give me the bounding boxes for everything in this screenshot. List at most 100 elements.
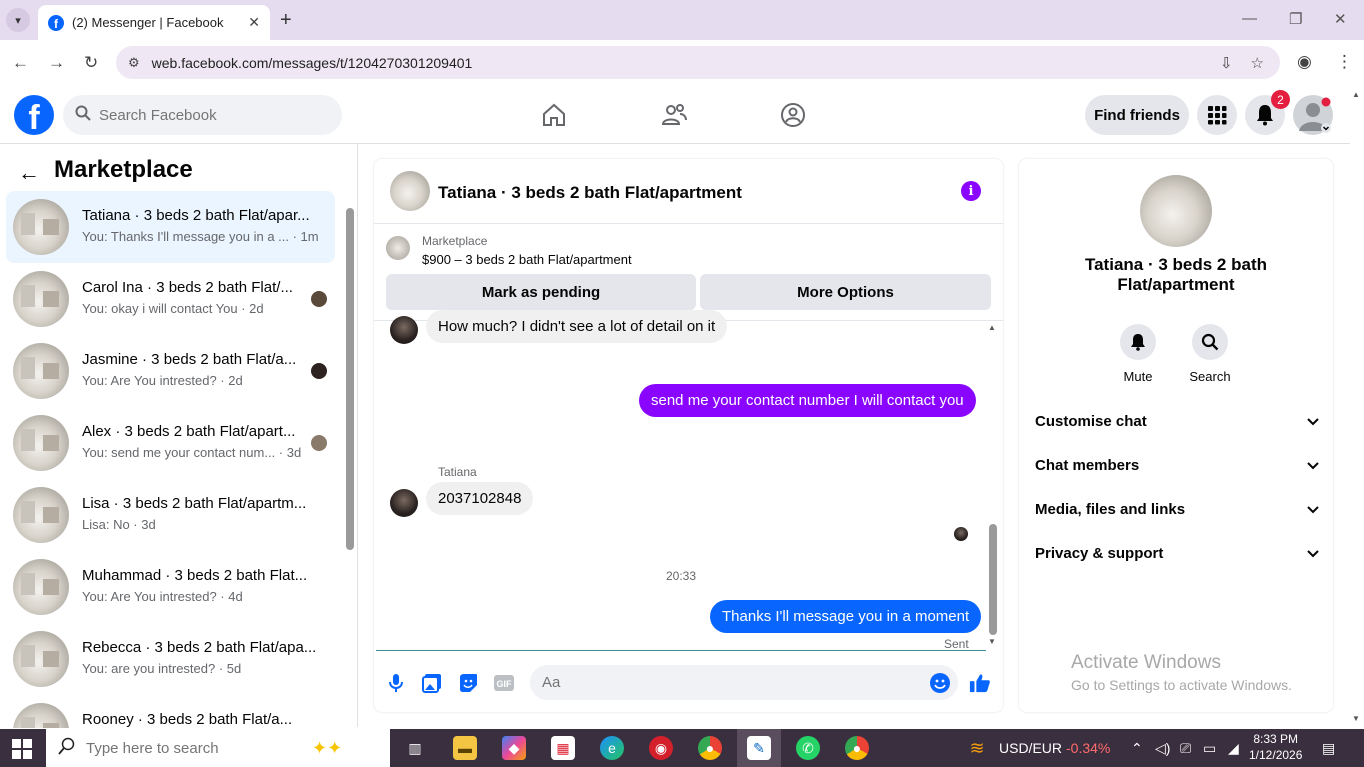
tab-close-icon[interactable]: ✕ bbox=[248, 14, 260, 31]
row-label: Customise chat bbox=[1035, 412, 1147, 430]
currency-pair[interactable]: USD/EUR bbox=[999, 740, 1062, 756]
new-tab-button[interactable]: + bbox=[280, 9, 292, 32]
volume-icon[interactable]: ◁) bbox=[1155, 740, 1170, 757]
taskbar-search-input[interactable] bbox=[86, 739, 306, 757]
browser-tab[interactable]: f (2) Messenger | Facebook ✕ bbox=[38, 5, 270, 40]
menu-grid-icon[interactable] bbox=[1197, 95, 1237, 135]
emoji-icon[interactable] bbox=[929, 672, 951, 694]
privacy-support-row[interactable]: Privacy & support bbox=[1035, 542, 1319, 564]
url-field[interactable]: ⚙ web.facebook.com/messages/t/1204270301… bbox=[116, 46, 1280, 79]
page-scroll-down-icon[interactable]: ▼ bbox=[1352, 714, 1360, 723]
task-view-icon[interactable]: ▥ bbox=[403, 736, 427, 760]
chevron-down-icon bbox=[1307, 413, 1319, 430]
window-close-button[interactable]: ✕ bbox=[1334, 10, 1347, 28]
find-friends-button[interactable]: Find friends bbox=[1085, 95, 1189, 135]
mute-bell-icon[interactable] bbox=[1120, 324, 1156, 360]
site-settings-icon[interactable]: ⚙ bbox=[128, 55, 140, 71]
incoming-message: 2037102848 bbox=[426, 482, 534, 515]
edge-icon[interactable]: e bbox=[600, 736, 624, 760]
conversation-item[interactable]: Lisa · 3 beds 2 bath Flat/apartm... Lisa… bbox=[6, 479, 335, 551]
info-icon[interactable]: i bbox=[961, 181, 981, 201]
antivirus-icon[interactable]: ◉ bbox=[649, 736, 673, 760]
install-app-icon[interactable]: ⇩ bbox=[1220, 54, 1233, 72]
conversation-item[interactable]: Jasmine · 3 beds 2 bath Flat/a... You: A… bbox=[6, 335, 335, 407]
copilot-icon[interactable]: ◆ bbox=[502, 736, 526, 760]
marketplace-label: Marketplace bbox=[422, 234, 488, 248]
customise-chat-row[interactable]: Customise chat bbox=[1035, 410, 1319, 432]
photo-icon[interactable] bbox=[421, 672, 443, 694]
sidebar-scrollbar[interactable] bbox=[346, 208, 354, 550]
conversation-item[interactable]: Carol Ina · 3 beds 2 bath Flat/... You: … bbox=[6, 263, 335, 335]
file-explorer-icon[interactable]: ▬ bbox=[453, 736, 477, 760]
bookmark-star-icon[interactable]: ☆ bbox=[1251, 54, 1264, 72]
conversation-item[interactable]: Alex · 3 beds 2 bath Flat/apart... You: … bbox=[6, 407, 335, 479]
facebook-search[interactable] bbox=[63, 95, 342, 135]
chevron-down-icon bbox=[1307, 545, 1319, 562]
forward-button[interactable]: → bbox=[48, 53, 65, 73]
conversation-item[interactable]: Rooney · 3 beds 2 bath Flat/a... bbox=[6, 695, 335, 728]
message-input[interactable] bbox=[542, 674, 902, 691]
battery-icon[interactable]: ▭ bbox=[1203, 740, 1216, 757]
outgoing-message: Thanks I'll message you in a moment bbox=[710, 600, 982, 633]
conversation-item[interactable]: Muhammad · 3 beds 2 bath Flat... You: Ar… bbox=[6, 551, 335, 623]
camera-icon[interactable]: ⎚ bbox=[1180, 740, 1191, 757]
whatsapp-icon[interactable]: ✆ bbox=[796, 736, 820, 760]
currency-change: -0.34% bbox=[1066, 740, 1111, 756]
account-avatar[interactable] bbox=[1293, 95, 1333, 135]
restore-button[interactable]: ❐ bbox=[1289, 10, 1302, 28]
more-options-button[interactable]: More Options bbox=[700, 274, 991, 310]
conversation-snippet: You: okay i will contact You · 2d bbox=[82, 301, 264, 316]
chat-scrollbar[interactable] bbox=[989, 524, 997, 635]
watermark-subtitle: Go to Settings to activate Windows. bbox=[1071, 677, 1292, 693]
scroll-down-arrow-icon[interactable]: ▼ bbox=[988, 637, 996, 646]
browser-menu-icon[interactable]: ⋮ bbox=[1336, 52, 1353, 72]
chrome-profile-icon[interactable]: ● bbox=[845, 736, 869, 760]
scroll-up-arrow-icon[interactable]: ▲ bbox=[988, 323, 996, 332]
chat-members-row[interactable]: Chat members bbox=[1035, 454, 1319, 476]
back-button[interactable]: ← bbox=[12, 53, 29, 73]
details-listing-thumbnail[interactable] bbox=[1140, 175, 1212, 247]
conversation-item[interactable]: Rebecca · 3 beds 2 bath Flat/apa... You:… bbox=[6, 623, 335, 695]
conversation-name: Tatiana · 3 beds 2 bath Flat/apar... bbox=[82, 207, 310, 224]
profile-icon[interactable]: ◉ bbox=[1297, 52, 1312, 72]
action-center-icon[interactable]: ▤ bbox=[1322, 740, 1335, 757]
windows-start-icon[interactable] bbox=[12, 739, 32, 764]
system-clock[interactable]: 8:33 PM 1/12/2026 bbox=[1249, 731, 1302, 763]
message-composer[interactable] bbox=[530, 665, 958, 700]
tool-app-icon[interactable]: ✎ bbox=[747, 736, 771, 760]
facebook-logo-icon[interactable]: f bbox=[14, 95, 54, 135]
minimize-button[interactable]: — bbox=[1242, 10, 1257, 27]
seen-avatar bbox=[311, 363, 327, 379]
microphone-icon[interactable] bbox=[385, 672, 407, 694]
friends-icon[interactable] bbox=[659, 100, 689, 130]
listing-thumbnail bbox=[13, 487, 69, 543]
home-icon[interactable] bbox=[539, 100, 569, 130]
search-action[interactable]: Search bbox=[1180, 324, 1240, 384]
facebook-search-input[interactable] bbox=[99, 106, 319, 124]
wifi-icon[interactable]: ◢ bbox=[1228, 740, 1239, 757]
chrome-icon[interactable]: ● bbox=[698, 736, 722, 760]
listing-price[interactable]: $900 – 3 beds 2 bath Flat/apartment bbox=[422, 252, 632, 267]
reload-button[interactable]: ↻ bbox=[84, 53, 98, 73]
conversation-snippet: Lisa: No · 3d bbox=[82, 517, 156, 532]
mute-action[interactable]: Mute bbox=[1108, 324, 1168, 384]
sticker-icon[interactable] bbox=[457, 672, 479, 694]
search-icon[interactable] bbox=[1192, 324, 1228, 360]
mark-as-pending-button[interactable]: Mark as pending bbox=[386, 274, 696, 310]
page-scroll-up-icon[interactable]: ▲ bbox=[1352, 90, 1360, 99]
search-icon bbox=[75, 105, 91, 125]
chat-header-thumbnail[interactable] bbox=[390, 171, 430, 211]
thumbs-up-icon[interactable] bbox=[969, 672, 991, 694]
media-files-links-row[interactable]: Media, files and links bbox=[1035, 498, 1319, 520]
store-icon[interactable]: ▦ bbox=[551, 736, 575, 760]
chat-title[interactable]: Tatiana · 3 beds 2 bath Flat/apartment bbox=[438, 183, 742, 203]
contact-avatar[interactable] bbox=[390, 316, 418, 344]
taskbar-search[interactable]: ✦✦ bbox=[46, 729, 390, 767]
gif-icon[interactable]: GIF bbox=[493, 672, 515, 694]
contact-avatar[interactable] bbox=[390, 489, 418, 517]
back-arrow-icon[interactable]: ← bbox=[18, 160, 40, 186]
conversation-item[interactable]: Tatiana · 3 beds 2 bath Flat/apar... You… bbox=[6, 191, 335, 263]
tab-search-menu-icon[interactable]: ▾ bbox=[6, 8, 30, 32]
tray-chevron-up-icon[interactable]: ⌃ bbox=[1131, 740, 1143, 757]
groups-icon[interactable] bbox=[778, 100, 808, 130]
